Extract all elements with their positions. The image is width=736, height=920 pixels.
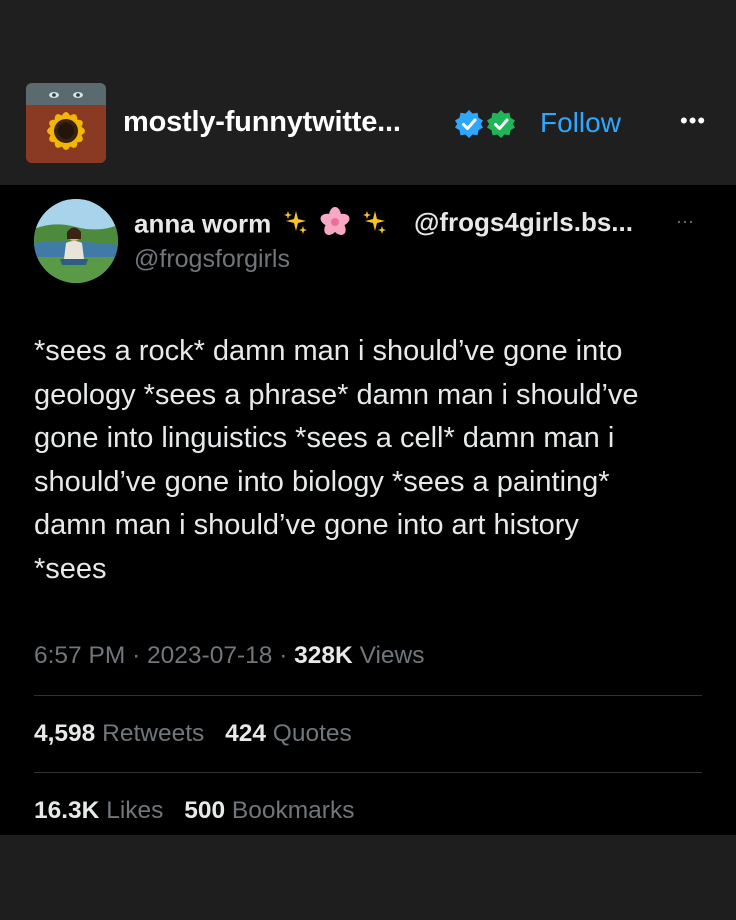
user-avatar[interactable] xyxy=(34,199,118,283)
tweet-more-icon[interactable]: ··· xyxy=(676,211,694,232)
avatar-photo-icon xyxy=(34,199,118,283)
tweet-text: *sees a rock* damn man i should’ve gone … xyxy=(34,335,639,585)
divider xyxy=(34,695,702,696)
tweet-meta: 6:57 PM · 2023-07-18 · 328K Views xyxy=(34,642,424,670)
verified-badges xyxy=(454,109,516,139)
retweets-label: Retweets xyxy=(102,720,205,747)
sparkles-icon xyxy=(282,209,308,242)
follow-button[interactable]: Follow xyxy=(540,107,621,139)
bookmarks-label: Bookmarks xyxy=(231,797,355,824)
user-handle[interactable]: @frogsforgirls xyxy=(134,245,290,274)
bottom-bar xyxy=(0,835,736,920)
verified-green-check-icon xyxy=(487,110,515,138)
cherry-blossom-icon xyxy=(320,207,350,244)
post-header: mostly-funnytwitte... Follow ••• xyxy=(0,0,736,185)
tweet-card: anna worm @frogs4girls.bs... ··· @frogsf… xyxy=(0,185,736,835)
likes-count: 16.3K xyxy=(34,797,100,824)
likes-stat[interactable]: 16.3K Likes xyxy=(34,797,170,824)
views-label: Views xyxy=(359,642,425,669)
quotes-stat[interactable]: 424 Quotes xyxy=(225,720,352,747)
verified-blue-check-icon xyxy=(455,110,483,138)
display-name[interactable]: anna worm xyxy=(134,207,387,244)
divider xyxy=(34,772,702,773)
likes-bookmarks-stats: 16.3K Likes 500 Bookmarks xyxy=(34,797,368,825)
quotes-count: 424 xyxy=(225,720,266,747)
retweet-quote-stats: 4,598 Retweets 424 Quotes xyxy=(34,720,366,748)
alt-handle[interactable]: @frogs4girls.bs... xyxy=(414,207,633,238)
blog-name[interactable]: mostly-funnytwitte... xyxy=(123,106,401,139)
tweet-time[interactable]: 6:57 PM xyxy=(34,642,125,669)
sparkles-icon xyxy=(361,209,387,242)
meta-separator: · xyxy=(279,642,288,669)
retweets-count: 4,598 xyxy=(34,720,96,747)
retweets-stat[interactable]: 4,598 Retweets xyxy=(34,720,211,747)
blog-avatar[interactable] xyxy=(26,83,106,163)
bookmarks-count: 500 xyxy=(184,797,226,824)
views-count: 328K xyxy=(294,642,353,669)
sunflower-avatar-icon xyxy=(26,83,106,163)
likes-label: Likes xyxy=(106,797,164,824)
more-options-icon[interactable]: ••• xyxy=(680,108,706,134)
bookmarks-stat[interactable]: 500 Bookmarks xyxy=(184,797,354,824)
display-name-text: anna worm xyxy=(134,208,272,239)
quotes-label: Quotes xyxy=(272,720,352,747)
tweet-date[interactable]: 2023-07-18 xyxy=(147,642,272,669)
meta-separator: · xyxy=(132,642,141,669)
